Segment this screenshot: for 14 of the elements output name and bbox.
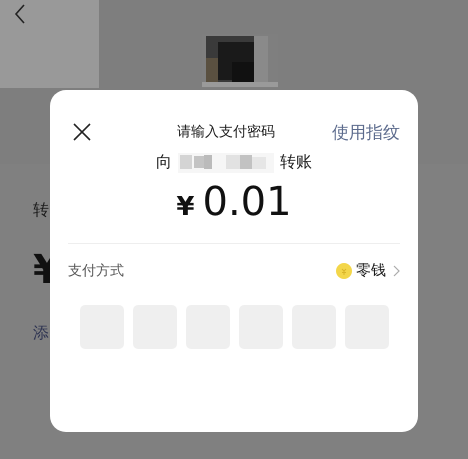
transfer-label: 转 (33, 200, 49, 221)
coin-icon (336, 262, 352, 278)
payment-method-label: 支付方式 (68, 262, 124, 280)
fingerprint-link[interactable]: 使用指纹 (332, 120, 400, 144)
amount-text: 0.01 (202, 179, 292, 225)
close-icon[interactable] (73, 123, 91, 141)
link-text[interactable]: 添 (33, 323, 49, 344)
chevron-icon[interactable] (393, 264, 400, 276)
payment-method-option[interactable]: 零钱 (356, 261, 386, 280)
back-icon[interactable] (14, 4, 26, 24)
recipient-prefix: 向 (156, 152, 172, 173)
dialog-title: 请输入支付密码 (177, 123, 275, 141)
recipient-suffix: 转账 (280, 152, 312, 173)
currency-symbol: ¥ (176, 192, 195, 222)
